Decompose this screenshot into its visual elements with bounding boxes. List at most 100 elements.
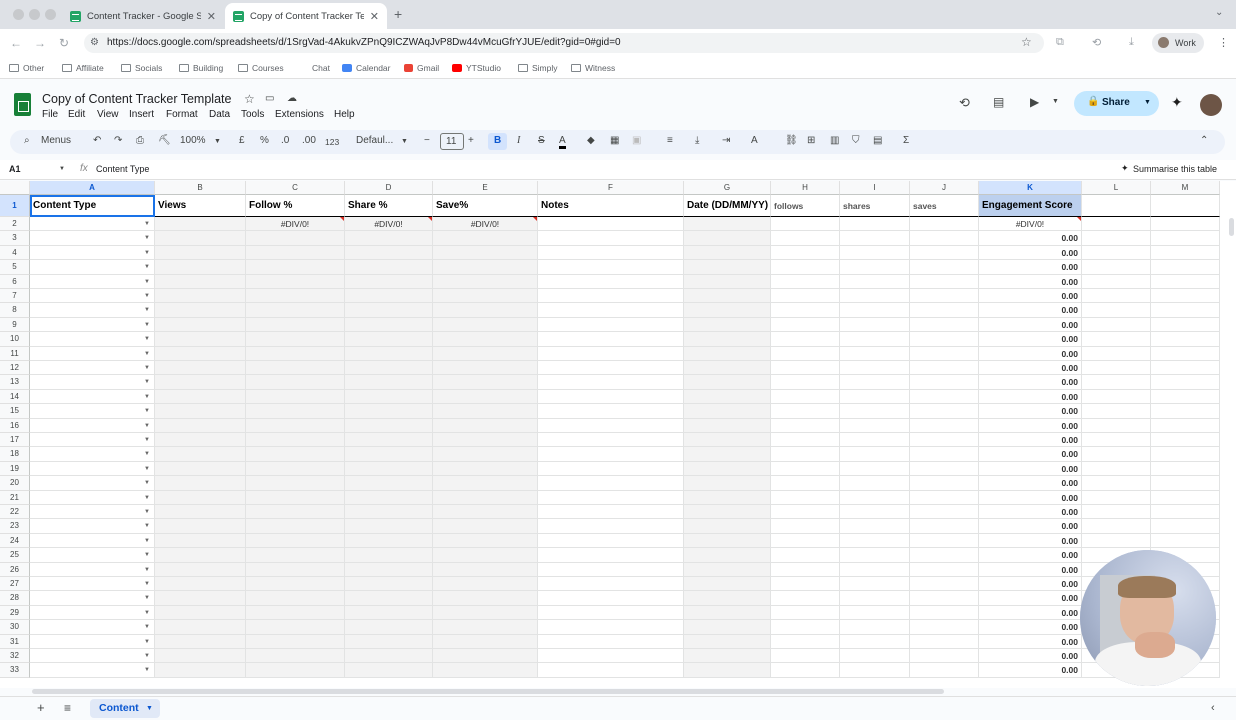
move-folder-icon[interactable]: ▭ <box>265 93 274 104</box>
chip-dropdown-icon[interactable]: ▼ <box>144 260 150 273</box>
chip-dropdown-icon[interactable]: ▼ <box>144 519 150 532</box>
table-cell[interactable] <box>433 519 538 534</box>
table-cell[interactable] <box>684 663 771 678</box>
table-cell[interactable] <box>246 577 345 592</box>
table-cell[interactable] <box>155 231 246 246</box>
table-cell[interactable] <box>840 490 910 505</box>
table-cell[interactable] <box>1151 461 1220 477</box>
table-cell[interactable]: 0.00 <box>979 562 1082 577</box>
table-cell[interactable] <box>345 634 433 649</box>
comments-icon[interactable]: ▤ <box>993 95 1004 109</box>
header-cell-l[interactable] <box>1082 195 1151 217</box>
table-cell[interactable] <box>771 461 840 477</box>
table-cell[interactable] <box>345 605 433 621</box>
table-cell[interactable] <box>538 332 684 347</box>
table-cell[interactable] <box>840 591 910 606</box>
table-cell[interactable] <box>246 663 345 678</box>
bookmark-ytstudio[interactable]: YTStudio <box>452 63 501 73</box>
table-cell[interactable] <box>910 620 979 635</box>
chip-dropdown-icon[interactable]: ▼ <box>144 635 150 648</box>
table-cell[interactable] <box>538 317 684 333</box>
table-cell[interactable] <box>1151 346 1220 361</box>
table-cell[interactable] <box>345 533 433 549</box>
text-rotation-icon[interactable]: A <box>751 135 758 146</box>
browser-menu-icon[interactable]: ⋮ <box>1218 36 1229 49</box>
bookmark-simply[interactable]: Simply <box>518 63 558 73</box>
table-cell[interactable]: ▼ <box>30 245 155 261</box>
table-cell[interactable] <box>771 260 840 275</box>
table-cell[interactable] <box>684 447 771 462</box>
row-header[interactable]: 3 <box>0 231 30 246</box>
table-cell[interactable] <box>433 418 538 433</box>
table-cell[interactable]: 0.00 <box>979 447 1082 462</box>
table-cell[interactable] <box>1151 404 1220 419</box>
table-cell[interactable] <box>840 461 910 477</box>
chip-dropdown-icon[interactable]: ▼ <box>144 462 150 475</box>
menu-extensions[interactable]: Extensions <box>275 109 324 120</box>
table-cell[interactable]: ▼ <box>30 433 155 448</box>
chip-dropdown-icon[interactable]: ▼ <box>144 246 150 259</box>
table-cell[interactable] <box>910 591 979 606</box>
column-header-c[interactable]: C <box>246 181 345 195</box>
row-header[interactable]: 32 <box>0 649 30 664</box>
horizontal-align-icon[interactable]: ≡ <box>667 135 673 146</box>
table-cell[interactable] <box>771 476 840 491</box>
table-cell[interactable] <box>910 519 979 534</box>
chip-dropdown-icon[interactable]: ▼ <box>144 231 150 244</box>
table-cell[interactable] <box>684 317 771 333</box>
chip-dropdown-icon[interactable]: ▼ <box>144 591 150 604</box>
table-cell[interactable] <box>246 332 345 347</box>
window-zoom-button[interactable] <box>45 9 56 20</box>
table-cell[interactable] <box>433 289 538 304</box>
table-cell[interactable]: 0.00 <box>979 433 1082 448</box>
filter-views-icon[interactable]: ▤ <box>873 135 882 146</box>
table-cell[interactable]: ▼ <box>30 519 155 534</box>
table-cell[interactable] <box>433 591 538 606</box>
close-tab-icon[interactable]: ✕ <box>207 10 216 23</box>
table-cell[interactable] <box>771 289 840 304</box>
table-cell[interactable] <box>433 274 538 289</box>
table-cell[interactable] <box>345 476 433 491</box>
table-cell[interactable] <box>684 591 771 606</box>
increase-decimal-button[interactable]: .00 <box>302 135 316 146</box>
header-cell-k[interactable]: Engagement Score <box>979 195 1082 217</box>
summarise-table-button[interactable]: Summarise this table <box>1133 164 1217 174</box>
table-cell[interactable]: ▼ <box>30 505 155 520</box>
table-cell[interactable] <box>684 634 771 649</box>
table-cell[interactable] <box>246 418 345 433</box>
table-cell[interactable] <box>433 490 538 505</box>
table-cell[interactable] <box>538 476 684 491</box>
table-cell[interactable] <box>684 505 771 520</box>
bookmark-socials[interactable]: Socials <box>121 63 162 73</box>
row-header[interactable]: 16 <box>0 418 30 433</box>
table-cell[interactable]: ▼ <box>30 476 155 491</box>
header-cell-e[interactable]: Save% <box>433 195 538 217</box>
table-cell[interactable] <box>771 418 840 433</box>
table-cell[interactable] <box>246 447 345 462</box>
table-cell[interactable] <box>840 217 910 232</box>
table-cell[interactable] <box>1151 375 1220 390</box>
table-cell[interactable] <box>684 519 771 534</box>
table-cell[interactable] <box>433 447 538 462</box>
table-cell[interactable] <box>246 303 345 318</box>
table-cell[interactable] <box>345 663 433 678</box>
table-cell[interactable] <box>1151 533 1220 549</box>
table-cell[interactable]: ▼ <box>30 663 155 678</box>
row-header[interactable]: 13 <box>0 375 30 390</box>
table-cell[interactable] <box>155 274 246 289</box>
row-header[interactable]: 12 <box>0 361 30 376</box>
table-cell[interactable] <box>345 361 433 376</box>
row-header[interactable]: 31 <box>0 634 30 649</box>
header-cell-d[interactable]: Share % <box>345 195 433 217</box>
table-cell[interactable] <box>155 591 246 606</box>
row-header[interactable]: 20 <box>0 476 30 491</box>
insert-link-icon[interactable]: ⛓ <box>785 135 798 146</box>
site-info-icon[interactable]: ⚙ <box>90 37 99 48</box>
chip-dropdown-icon[interactable]: ▼ <box>144 534 150 547</box>
table-cell[interactable] <box>155 605 246 621</box>
table-cell[interactable] <box>840 433 910 448</box>
decrease-decimal-button[interactable]: .0 <box>281 135 289 146</box>
chip-dropdown-icon[interactable]: ▼ <box>144 548 150 561</box>
font-select[interactable]: Defaul... <box>356 135 393 146</box>
table-cell[interactable] <box>684 389 771 405</box>
